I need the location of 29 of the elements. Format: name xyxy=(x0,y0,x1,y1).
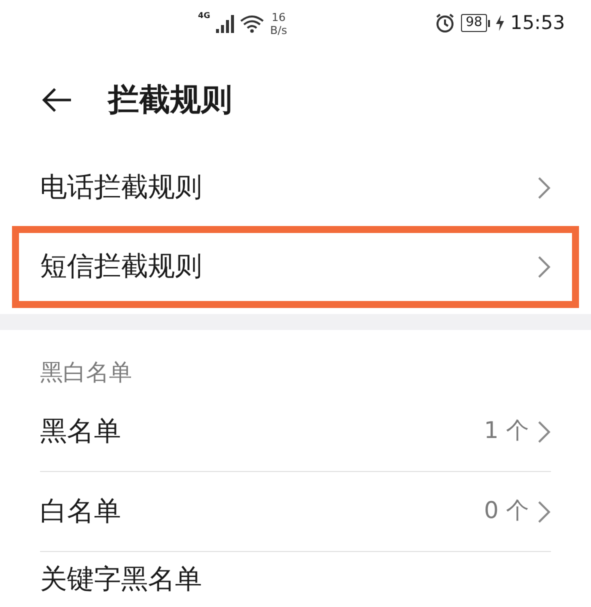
chevron-right-icon xyxy=(537,255,551,279)
item-count: 0 个 xyxy=(484,497,529,526)
rule-list-item[interactable]: 电话拦截规则 xyxy=(12,150,579,226)
signal-icon xyxy=(216,15,234,33)
back-arrow-icon xyxy=(41,87,73,113)
rule-label: 电话拦截规则 xyxy=(40,170,202,205)
item-count: 1 个 xyxy=(484,417,529,446)
speed-value: 16 xyxy=(272,12,286,23)
clock-time: 15:53 xyxy=(510,14,565,32)
page-title: 拦截规则 xyxy=(108,80,232,120)
list-label: 黑名单 xyxy=(40,418,121,445)
list-item[interactable]: 白名单 0 个 xyxy=(40,472,551,552)
network-type: 4G xyxy=(198,12,210,20)
chevron-right-icon xyxy=(537,420,551,444)
section-title: 黑白名单 xyxy=(40,358,132,388)
rule-label: 短信拦截规则 xyxy=(40,250,202,284)
battery-tip-icon xyxy=(488,20,490,26)
list-item[interactable]: 黑名单 1 个 xyxy=(40,392,551,472)
list-label: 关键字黑名单 xyxy=(40,566,202,592)
charging-bolt-icon xyxy=(496,15,504,31)
list-label: 白名单 xyxy=(40,498,121,525)
wifi-icon xyxy=(240,15,264,33)
rule-list-item[interactable]: 短信拦截规则 xyxy=(12,226,579,308)
chevron-right-icon xyxy=(537,500,551,524)
battery-level: 98 xyxy=(460,14,488,32)
alarm-clock-icon xyxy=(434,13,455,33)
chevron-right-icon xyxy=(537,176,551,200)
speed-unit: B/s xyxy=(270,25,288,36)
list-item[interactable]: 关键字黑名单 xyxy=(40,552,551,592)
